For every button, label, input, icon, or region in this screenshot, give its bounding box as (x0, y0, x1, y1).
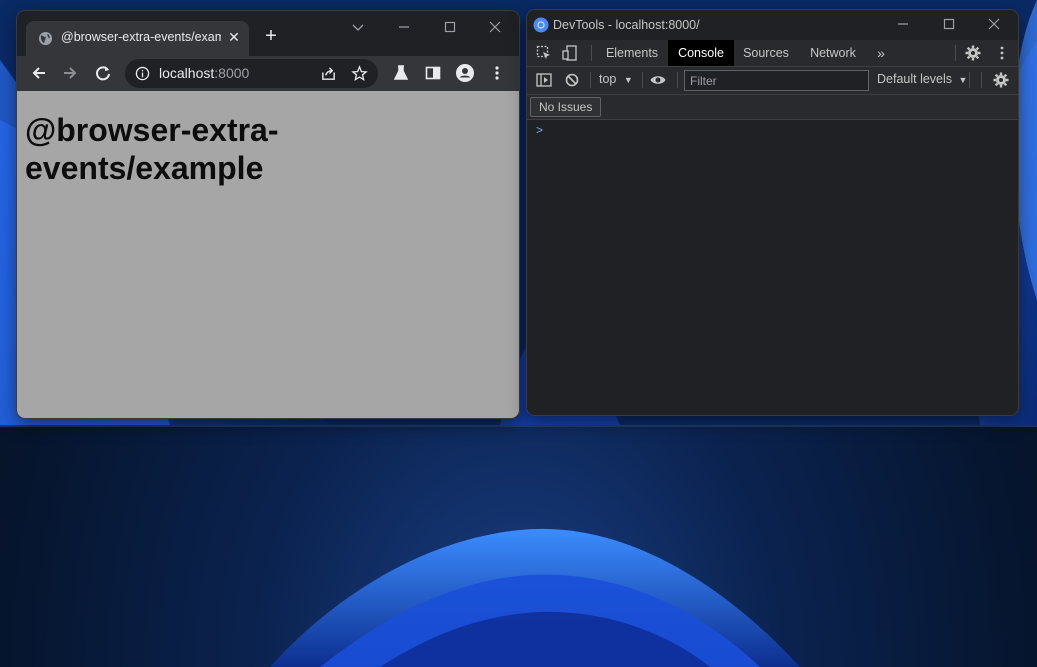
page-viewport: @browser-extra-events/example (17, 91, 519, 418)
toolbar-separator (677, 72, 678, 88)
console-settings-gear-icon[interactable] (992, 71, 1010, 89)
log-levels-dropdown[interactable]: Default levels ▼ (877, 72, 967, 86)
info-icon[interactable] (135, 66, 150, 81)
toolbar-separator (590, 72, 591, 88)
clear-console-icon[interactable] (563, 71, 581, 89)
toolbar-separator (591, 45, 592, 61)
flask-icon[interactable] (390, 62, 412, 84)
profile-icon[interactable] (454, 62, 476, 84)
dropdown-arrow-icon: ▼ (623, 75, 633, 85)
console-prompt-icon: > (536, 123, 544, 137)
url-text: localhost:8000 (159, 65, 249, 81)
devtools-window: DevTools - localhost:8000/ Elements Cons… (527, 10, 1018, 415)
console-toolbar: top ▼ Filter Default levels ▼ (527, 67, 1018, 95)
globe-icon (38, 31, 53, 46)
sidebar-toggle-icon[interactable] (535, 71, 553, 89)
tab-elements[interactable]: Elements (599, 40, 665, 66)
tab-strip: @browser-extra-events/example ✕ + (17, 11, 519, 56)
live-expression-eye-icon[interactable] (649, 71, 667, 89)
browser-window: @browser-extra-events/example ✕ + (17, 11, 519, 418)
maximize-icon[interactable] (440, 17, 460, 37)
tab-search-icon[interactable] (348, 17, 368, 37)
devtools-maximize-icon[interactable] (939, 14, 959, 34)
url-port: :8000 (214, 65, 250, 81)
device-toolbar-icon[interactable] (561, 44, 579, 62)
toolbar-separator (981, 72, 982, 88)
toolbar-separator (969, 72, 970, 88)
devtools-minimize-icon[interactable] (893, 14, 913, 34)
reload-icon[interactable] (92, 62, 114, 84)
side-panel-icon[interactable] (422, 62, 444, 84)
console-output[interactable]: > (527, 120, 1018, 415)
toolbar-separator (955, 45, 956, 61)
tab-title: @browser-extra-events/example (61, 30, 221, 44)
tab-console[interactable]: Console (668, 40, 734, 66)
devtools-panel-tabs: Elements Console Sources Network » (527, 40, 1018, 67)
filter-placeholder: Filter (690, 74, 717, 88)
kebab-menu-icon[interactable] (486, 62, 508, 84)
star-icon[interactable] (351, 65, 368, 82)
settings-gear-icon[interactable] (964, 44, 982, 62)
close-window-icon[interactable] (485, 17, 505, 37)
context-selector[interactable]: top ▼ (599, 72, 633, 86)
issues-bar: No Issues (527, 95, 1018, 120)
filter-input[interactable]: Filter (684, 70, 869, 91)
url-host: localhost (159, 65, 215, 81)
chrome-devtools-icon (533, 17, 549, 33)
dropdown-arrow-icon: ▼ (958, 75, 968, 85)
minimize-icon[interactable] (394, 17, 414, 37)
tab-sources[interactable]: Sources (735, 40, 797, 66)
new-tab-button[interactable]: + (261, 26, 281, 46)
no-issues-button[interactable]: No Issues (530, 97, 602, 117)
devtools-titlebar: DevTools - localhost:8000/ (527, 10, 1018, 40)
share-icon[interactable] (320, 65, 337, 82)
tab-network[interactable]: Network (803, 40, 863, 66)
context-selector-value: top (599, 72, 617, 86)
more-tabs-icon[interactable]: » (871, 40, 891, 66)
devtools-kebab-menu-icon[interactable] (993, 44, 1011, 62)
browser-toolbar: localhost:8000 (17, 56, 519, 91)
devtools-close-icon[interactable] (984, 14, 1004, 34)
forward-arrow-icon[interactable] (59, 62, 81, 84)
close-tab-icon[interactable]: ✕ (225, 28, 243, 46)
devtools-window-title: DevTools - localhost:8000/ (553, 18, 700, 32)
desktop-divider (0, 425, 1037, 427)
browser-tab[interactable]: @browser-extra-events/example ✕ (26, 21, 249, 56)
log-levels-label: Default levels (877, 72, 953, 86)
address-bar[interactable]: localhost:8000 (125, 59, 378, 88)
back-arrow-icon[interactable] (28, 62, 50, 84)
page-heading: @browser-extra-events/example (25, 112, 279, 186)
inspect-element-icon[interactable] (535, 44, 553, 62)
toolbar-separator (642, 72, 643, 88)
